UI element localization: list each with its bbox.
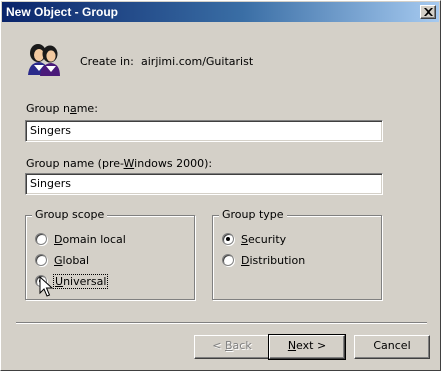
radio-button[interactable] <box>35 254 47 266</box>
mouse-pointer-icon <box>39 276 53 297</box>
radio-label-distribution: Distribution <box>241 254 306 267</box>
group-name-input[interactable]: Singers <box>25 120 383 142</box>
radio-label-universal: Universal <box>52 274 109 289</box>
radio-global[interactable]: Global <box>35 253 89 269</box>
window-title: New Object - Group <box>6 5 119 19</box>
radio-distribution[interactable]: Distribution <box>222 253 305 269</box>
next-button[interactable]: Next > <box>268 334 346 360</box>
title-bar[interactable]: New Object - Group <box>2 2 439 22</box>
group-name-label: Group name: <box>26 102 98 115</box>
radio-label-global: Global <box>54 254 90 267</box>
radio-button[interactable] <box>35 233 47 245</box>
group-name-pre2000-label: Group name (pre-Windows 2000): <box>26 157 213 170</box>
radio-domain-local[interactable]: Domain local <box>35 232 126 248</box>
close-icon <box>424 8 433 16</box>
group-type-box: Group type Security Distribution <box>212 208 382 300</box>
back-button[interactable]: < Back <box>194 335 270 359</box>
group-type-title: Group type <box>219 208 287 222</box>
radio-label-security: Security <box>241 233 287 246</box>
create-in-label: Create in: <box>80 55 134 68</box>
radio-label-domain-local: Domain local <box>54 233 126 246</box>
group-scope-title: Group scope <box>32 208 108 222</box>
create-in-path: airjimi.com/Guitarist <box>141 55 254 68</box>
radio-button[interactable] <box>222 254 234 266</box>
users-icon <box>28 44 60 76</box>
radio-button-selected[interactable] <box>222 233 234 245</box>
dialog-window: New Object - Group Create in: airjimi.co… <box>0 0 441 371</box>
button-separator <box>16 322 427 324</box>
group-name-pre2000-input[interactable]: Singers <box>25 173 383 195</box>
close-button[interactable] <box>420 5 436 19</box>
radio-security[interactable]: Security <box>222 232 286 248</box>
cancel-button[interactable]: Cancel <box>354 335 430 359</box>
